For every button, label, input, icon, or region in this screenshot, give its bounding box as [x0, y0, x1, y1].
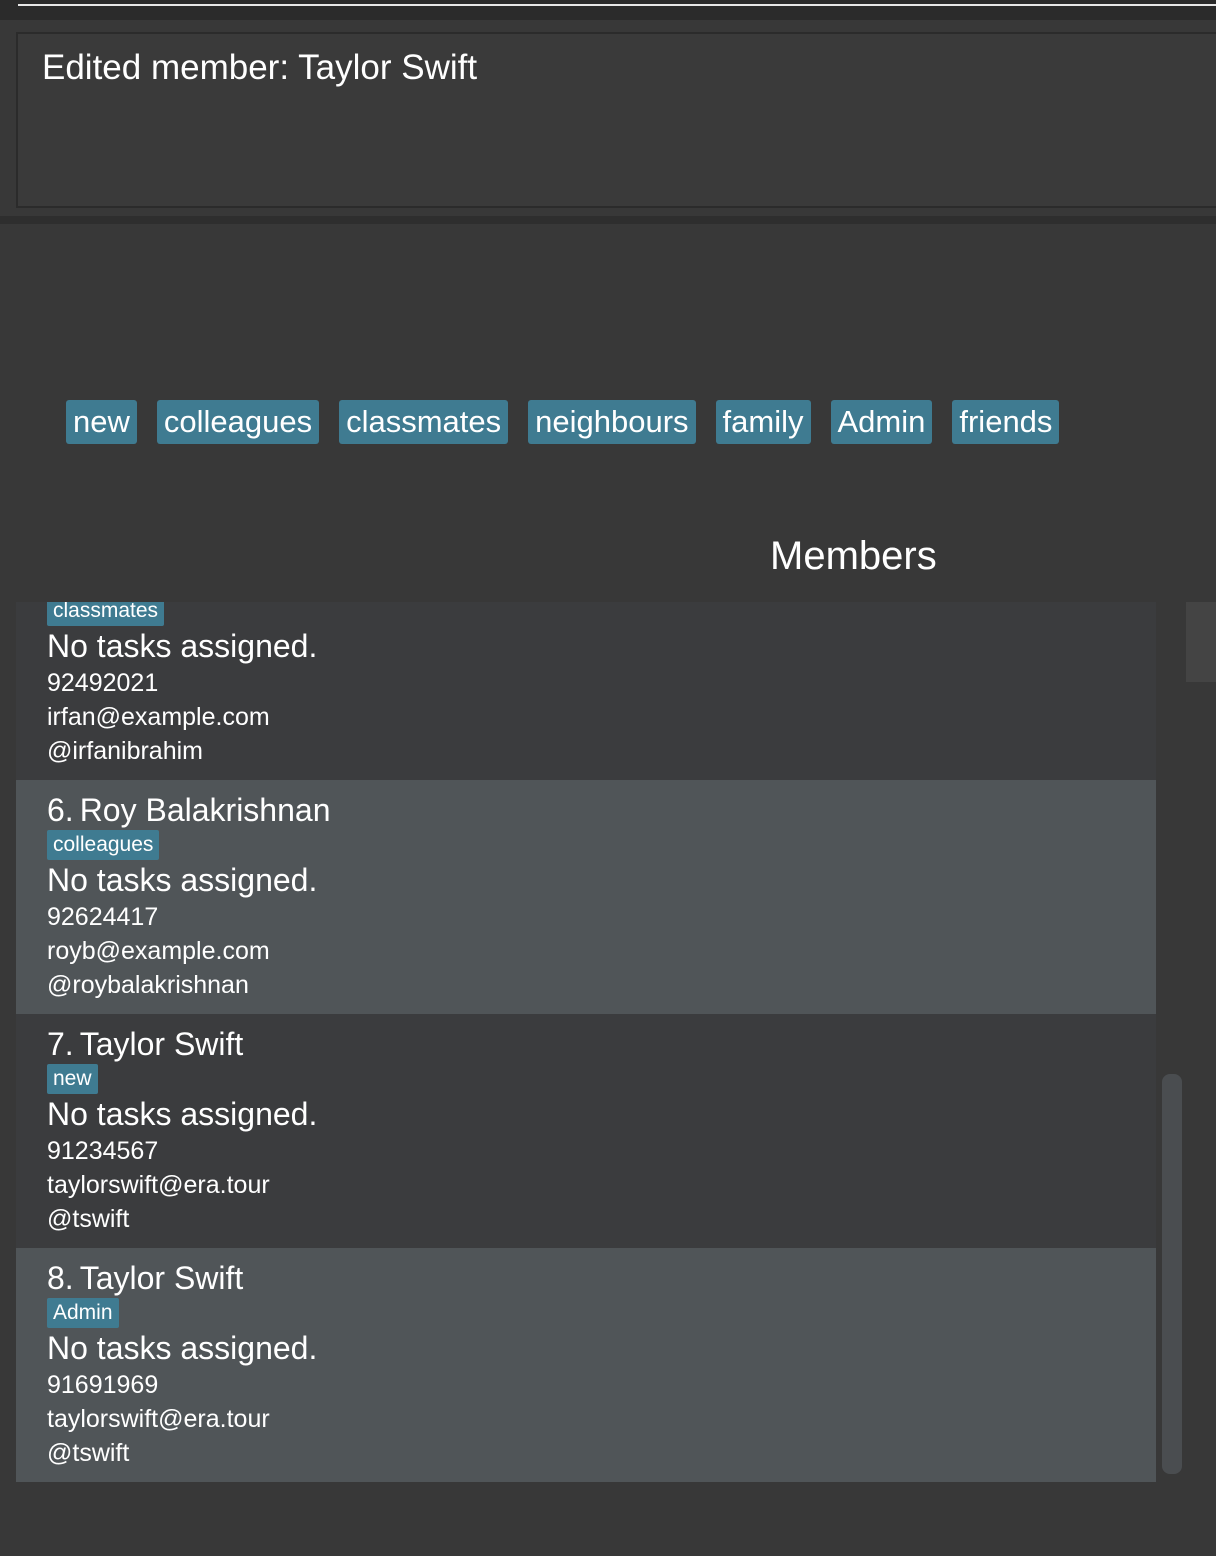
member-index: 6.	[47, 792, 74, 828]
member-phone: 92492021	[47, 669, 159, 697]
member-card[interactable]: classmates No tasks assigned. 92492021 i…	[16, 602, 1156, 780]
panel-divider[interactable]	[0, 216, 1216, 224]
result-display: Edited member: Taylor Swift	[16, 32, 1216, 208]
tag-neighbours[interactable]: neighbours	[528, 400, 696, 444]
member-name: Taylor Swift	[79, 1260, 244, 1296]
member-tag: Admin	[47, 1298, 119, 1328]
member-email: royb@example.com	[47, 937, 270, 965]
member-telegram-handle: @tswift	[47, 1205, 130, 1233]
member-telegram-handle: @roybalakrishnan	[47, 971, 249, 999]
members-panel-title: Members	[770, 534, 937, 578]
member-tag: new	[47, 1064, 98, 1094]
member-card-header: 6. Roy Balakrishnan	[47, 790, 1156, 830]
member-card[interactable]: 6. Roy Balakrishnan colleagues No tasks a…	[16, 780, 1156, 1014]
member-telegram-handle: @tswift	[47, 1439, 130, 1467]
member-name: Roy Balakrishnan	[79, 792, 331, 828]
member-index: 7.	[47, 1026, 74, 1062]
member-tag: classmates	[47, 602, 165, 626]
member-email: taylorswift@era.tour	[47, 1405, 270, 1433]
tag-classmates[interactable]: classmates	[339, 400, 509, 444]
footer-area	[0, 1482, 1216, 1556]
member-name: Taylor Swift	[79, 1026, 244, 1062]
tag-family[interactable]: family	[715, 400, 811, 444]
member-index: 8.	[47, 1260, 74, 1296]
outer-scrollbar-thumb[interactable]	[1186, 602, 1216, 682]
result-message: Edited member: Taylor Swift	[42, 48, 478, 87]
member-tasks: No tasks assigned.	[47, 1096, 318, 1132]
member-email: taylorswift@era.tour	[47, 1171, 270, 1199]
member-card[interactable]: 7. Taylor Swift new No tasks assigned. 91…	[16, 1014, 1156, 1248]
member-phone: 91691969	[47, 1371, 159, 1399]
member-tasks: No tasks assigned.	[47, 1330, 318, 1366]
command-box-area	[0, 0, 1216, 20]
member-tag: colleagues	[47, 830, 160, 860]
member-card-header: 8. Taylor Swift	[47, 1258, 1156, 1298]
member-list-scrollbar-thumb[interactable]	[1162, 1074, 1182, 1474]
member-phone: 92624417	[47, 903, 159, 931]
tag-admin[interactable]: Admin	[830, 400, 933, 444]
member-card-header: 7. Taylor Swift	[47, 1024, 1156, 1064]
member-telegram-handle: @irfanibrahim	[47, 737, 203, 765]
member-email: irfan@example.com	[47, 703, 270, 731]
member-tasks: No tasks assigned.	[47, 862, 318, 898]
member-phone: 91234567	[47, 1137, 159, 1165]
command-input-underline[interactable]	[18, 4, 1216, 6]
member-list[interactable]: classmates No tasks assigned. 92492021 i…	[16, 602, 1156, 1482]
tag-filter-list: new colleagues classmates neighbours fam…	[66, 400, 1060, 444]
member-card[interactable]: 8. Taylor Swift Admin No tasks assigned. …	[16, 1248, 1156, 1482]
tag-colleagues[interactable]: colleagues	[156, 400, 320, 444]
tag-friends[interactable]: friends	[952, 400, 1060, 444]
member-tasks: No tasks assigned.	[47, 628, 318, 664]
tag-new[interactable]: new	[66, 400, 137, 444]
